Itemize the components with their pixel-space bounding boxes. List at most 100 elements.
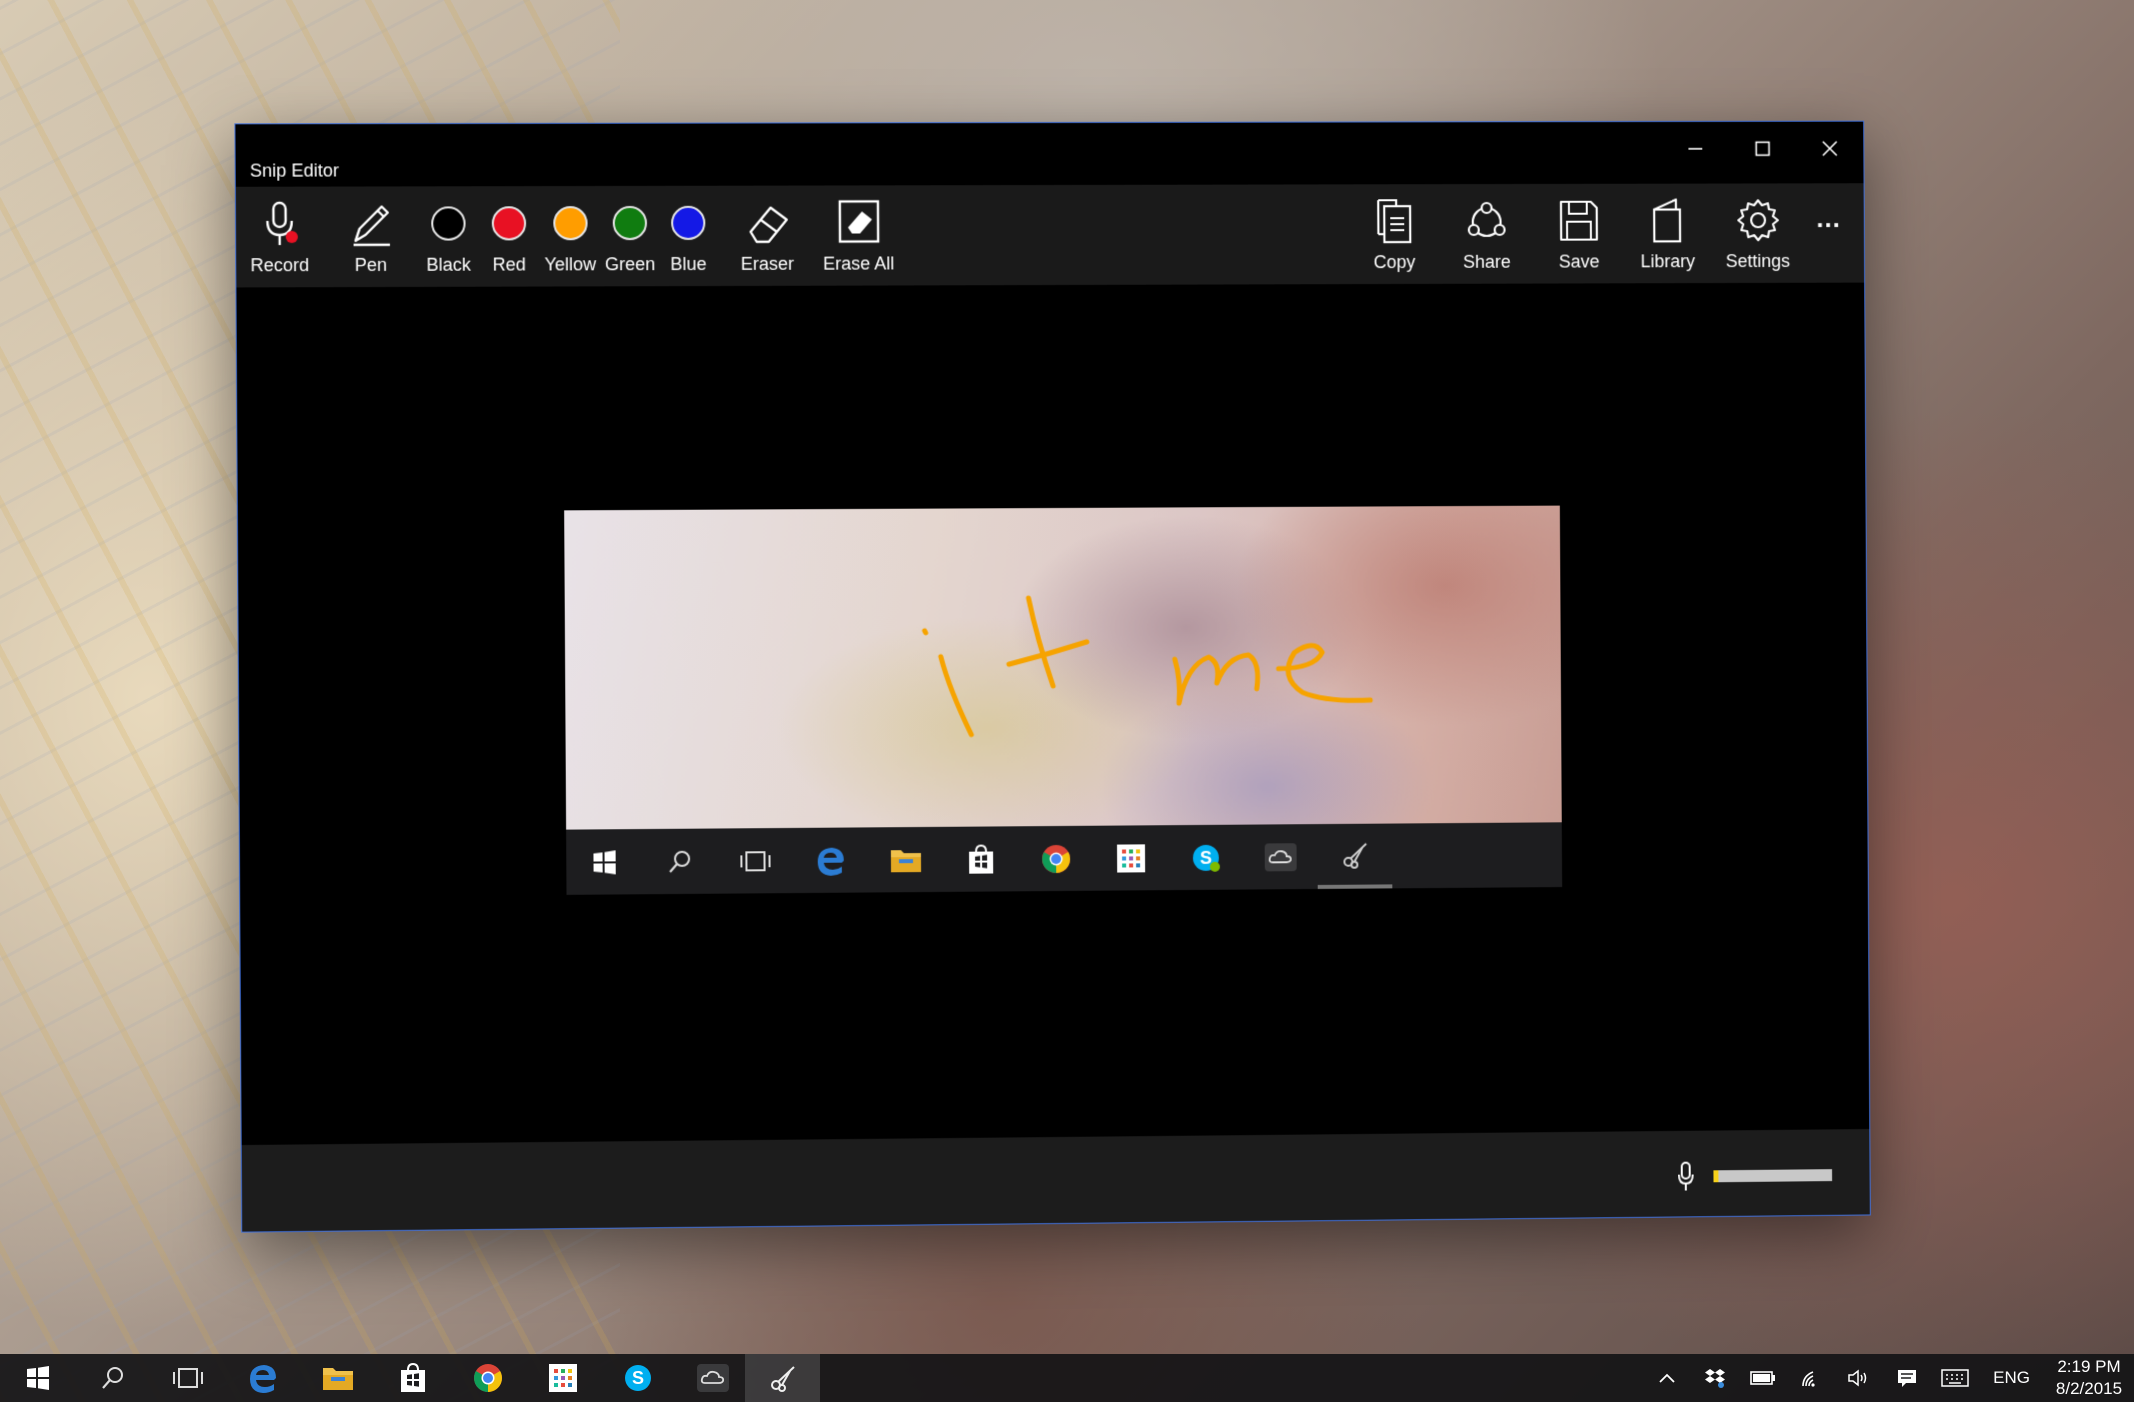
save-label: Save: [1558, 251, 1600, 272]
clock-date: 8/2/2015: [2055, 1379, 2123, 1398]
color-yellow-button[interactable]: Yellow: [544, 194, 596, 275]
copy-label: Copy: [1373, 252, 1416, 273]
title-bar[interactable]: Snip Editor: [235, 121, 1864, 187]
captured-snip: S: [564, 505, 1563, 895]
color-green-button[interactable]: Green: [605, 194, 656, 275]
microphone-icon: [1676, 1161, 1696, 1193]
clock[interactable]: 2:19 PM 8/2/2015: [2044, 1356, 2134, 1400]
erase-all-label: Erase All: [823, 253, 895, 274]
library-button[interactable]: Library: [1640, 192, 1695, 273]
snip-editor-window: Snip Editor Record Pen Black Red Yellow …: [234, 120, 1871, 1233]
cloud-icon: [1243, 824, 1318, 889]
apps-grid-icon: [1093, 825, 1168, 891]
chrome-icon: [473, 1364, 502, 1392]
minimize-icon: [1686, 140, 1704, 158]
clock-time: 2:19 PM: [2057, 1357, 2121, 1376]
input-language-button[interactable]: ENG: [1979, 1368, 2044, 1388]
library-icon: [1646, 196, 1690, 246]
snip-canvas[interactable]: S: [236, 282, 1870, 1146]
share-label: Share: [1462, 251, 1511, 272]
eraser-icon: [742, 198, 793, 248]
windows-start-button[interactable]: [0, 1354, 75, 1402]
color-red-button[interactable]: Red: [491, 194, 527, 275]
dropbox-tray-button[interactable]: [1691, 1354, 1739, 1402]
settings-label: Settings: [1725, 250, 1791, 272]
windows-start-icon: [26, 1366, 49, 1390]
window-title: Snip Editor: [249, 160, 340, 181]
share-button[interactable]: Share: [1462, 192, 1512, 273]
chrome-app-button[interactable]: [450, 1354, 525, 1402]
volume-icon: [1848, 1369, 1867, 1387]
windows-start-icon: [566, 829, 642, 895]
dropbox-icon: [1705, 1369, 1726, 1388]
wifi-tray-button[interactable]: [1787, 1354, 1835, 1402]
volume-tray-button[interactable]: [1835, 1354, 1883, 1402]
task-view-icon: [172, 1368, 203, 1388]
copy-button[interactable]: Copy: [1372, 192, 1416, 273]
battery-tray-button[interactable]: [1739, 1354, 1787, 1402]
settings-button[interactable]: Settings: [1725, 191, 1790, 272]
windows-taskbar: S ENG 2:19 PM 8/2/2015: [0, 1354, 2134, 1402]
save-icon: [1557, 196, 1601, 246]
black-swatch: [431, 206, 466, 241]
red-swatch: [491, 206, 527, 241]
touch-keyboard-button[interactable]: [1931, 1354, 1979, 1402]
level-fill: [1713, 1170, 1719, 1183]
cloud-app-button[interactable]: [675, 1354, 750, 1402]
skype-app-button[interactable]: S: [600, 1354, 675, 1402]
file-explorer-icon: [868, 827, 944, 893]
close-icon: [1821, 140, 1839, 158]
more-ellipsis: ...: [1816, 203, 1841, 234]
show-hidden-icons-button[interactable]: [1643, 1354, 1691, 1402]
skype-icon: S: [624, 1365, 651, 1391]
erase-all-icon: [833, 197, 883, 247]
maximize-icon: [1754, 140, 1772, 158]
task-view-icon: [717, 828, 793, 894]
svg-text:S: S: [631, 1368, 643, 1388]
eraser-button[interactable]: Eraser: [740, 194, 794, 275]
blue-swatch: [671, 205, 706, 241]
task-view-button[interactable]: [150, 1354, 225, 1402]
record-label: Record: [250, 255, 310, 276]
close-button[interactable]: [1796, 122, 1863, 176]
edge-icon: [792, 827, 868, 893]
copy-icon: [1372, 196, 1416, 246]
file-explorer-icon: [322, 1368, 353, 1390]
edge-app-button[interactable]: [225, 1354, 300, 1402]
color-blue-button[interactable]: Blue: [670, 194, 707, 275]
red-label: Red: [492, 254, 526, 275]
status-bar: [241, 1129, 1870, 1232]
snip-app-button[interactable]: [745, 1354, 820, 1402]
chevron-up-icon: [1659, 1373, 1675, 1383]
wifi-icon: [1802, 1371, 1815, 1387]
search-icon: [642, 829, 718, 895]
search-button[interactable]: [75, 1354, 150, 1402]
minimize-button[interactable]: [1662, 122, 1730, 176]
battery-icon: [1750, 1371, 1776, 1385]
svg-text:S: S: [1199, 847, 1211, 867]
snip-taskbar: S: [566, 822, 1563, 895]
erase-all-button[interactable]: Erase All: [823, 193, 895, 274]
green-swatch: [612, 205, 648, 241]
file-explorer-app-button[interactable]: [300, 1354, 375, 1402]
edge-icon: [249, 1365, 276, 1393]
store-app-button[interactable]: [375, 1354, 450, 1402]
mic-level-meter: [1676, 1159, 1833, 1193]
maximize-button[interactable]: [1729, 122, 1797, 176]
more-button[interactable]: ...: [1816, 203, 1841, 234]
apps-grid-app-button[interactable]: [525, 1354, 600, 1402]
store-icon: [400, 1362, 425, 1392]
toolbar: Record Pen Black Red Yellow Green Blue E…: [235, 183, 1865, 288]
gear-icon: [1734, 196, 1782, 244]
action-center-button[interactable]: [1883, 1354, 1931, 1402]
keyboard-icon: [1941, 1369, 1969, 1387]
store-icon: [943, 826, 1018, 892]
record-button[interactable]: Record: [250, 195, 309, 277]
save-button[interactable]: Save: [1557, 192, 1601, 273]
pen-button[interactable]: Pen: [347, 194, 394, 276]
pen-icon: [347, 199, 394, 249]
eraser-label: Eraser: [740, 253, 795, 274]
color-black-button[interactable]: Black: [426, 194, 471, 276]
skype-icon: S: [1168, 825, 1243, 890]
system-tray: ENG 2:19 PM 8/2/2015: [1643, 1354, 2134, 1402]
